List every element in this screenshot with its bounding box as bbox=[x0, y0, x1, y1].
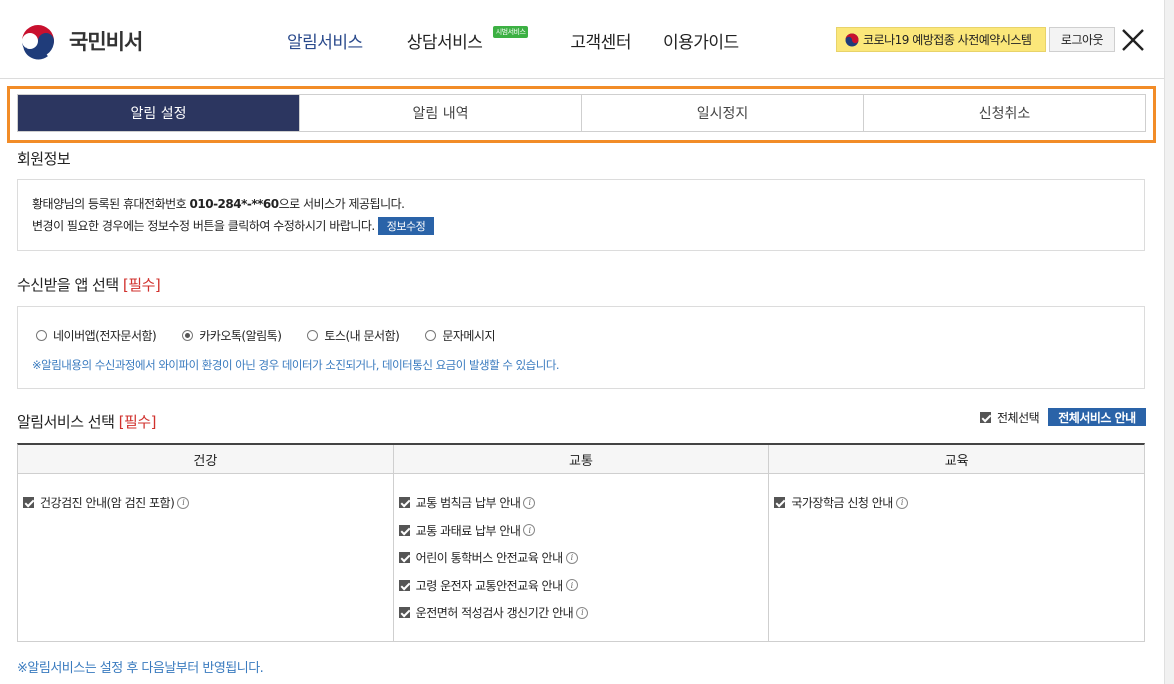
service-label: 교통 범칙금 납부 안내 bbox=[415, 496, 521, 511]
checkbox-checked-icon bbox=[398, 579, 410, 591]
app-select-label: 수신받을 앱 선택 bbox=[17, 276, 119, 294]
edit-info-button[interactable]: 정보수정 bbox=[377, 217, 435, 235]
member-info-box: 황태양님의 등록된 휴대전화번호 010-284*-**60으로 서비스가 제공… bbox=[17, 179, 1145, 251]
nav-customer-center[interactable]: 고객센터 bbox=[570, 28, 631, 53]
radio-label: 토스(내 문서함) bbox=[324, 329, 400, 343]
column-header-traffic: 교통 bbox=[392, 445, 769, 473]
checkbox-checked-icon bbox=[980, 412, 991, 423]
service-label: 고령 운전자 교통안전교육 안내 bbox=[415, 578, 563, 593]
service-label: 국가장학금 신청 안내 bbox=[791, 496, 893, 511]
info-icon[interactable]: i bbox=[565, 551, 578, 564]
info-icon[interactable]: i bbox=[523, 524, 536, 537]
checkbox-checked-icon bbox=[398, 607, 410, 619]
member-phone-line: 황태양님의 등록된 휴대전화번호 010-284*-**60으로 서비스가 제공… bbox=[32, 195, 405, 212]
nav-usage-guide[interactable]: 이용가이드 bbox=[663, 28, 739, 53]
info-icon[interactable]: i bbox=[177, 496, 190, 509]
service-table-header: 건강 교통 교육 bbox=[18, 445, 1144, 474]
checkbox-checked-icon bbox=[774, 497, 786, 509]
service-label: 교통 과태료 납부 안내 bbox=[415, 523, 521, 538]
select-all-checkbox[interactable]: 전체선택 bbox=[980, 409, 1040, 426]
column-education: 국가장학금 신청 안내 i bbox=[768, 474, 1144, 642]
pilot-badge: 시범서비스 bbox=[492, 26, 529, 38]
checkbox-checked-icon bbox=[398, 497, 410, 509]
column-header-education: 교육 bbox=[768, 445, 1144, 473]
vertical-scrollbar[interactable] bbox=[1164, 0, 1174, 684]
nav-notification-service[interactable]: 알림서비스 bbox=[287, 28, 363, 53]
service-label: 어린이 통학버스 안전교육 안내 bbox=[415, 551, 563, 566]
member-line-suffix: 으로 서비스가 제공됩니다. bbox=[278, 197, 405, 211]
member-info-title: 회원정보 bbox=[17, 150, 71, 168]
column-health: 건강검진 안내(암 검진 포함) i bbox=[18, 474, 393, 642]
close-icon[interactable] bbox=[1120, 27, 1146, 53]
header: 국민비서 알림서비스 상담서비스 시범서비스 고객센터 이용가이드 코로나19 … bbox=[0, 0, 1164, 79]
member-edit-text: 변경이 필요한 경우에는 정보수정 버튼을 클릭하여 수정하시기 바랍니다. bbox=[32, 219, 375, 233]
tab-cancel[interactable]: 신청취소 bbox=[863, 95, 1145, 131]
app-select-box: 네이버앱(전자문서함) 카카오톡(알림톡) 토스(내 문서함) 문자메시지 ※알… bbox=[17, 306, 1145, 389]
radio-label: 카카오톡(알림톡) bbox=[199, 329, 282, 343]
member-line-prefix: 황태양님의 등록된 휴대전화번호 bbox=[32, 197, 190, 211]
column-header-health: 건강 bbox=[193, 453, 218, 469]
checkbox-checked-icon bbox=[398, 524, 410, 536]
member-edit-line: 변경이 필요한 경우에는 정보수정 버튼을 클릭하여 수정하시기 바랍니다. 정보… bbox=[32, 217, 435, 235]
data-charge-notice: ※알림내용의 수신과정에서 와이파이 환경이 아닌 경우 데이터가 소진되거나,… bbox=[32, 358, 560, 372]
covid-vaccine-button[interactable]: 코로나19 예방접종 사전예약시스템 bbox=[836, 27, 1046, 52]
tab-notification-settings[interactable]: 알림 설정 bbox=[18, 95, 299, 131]
info-icon[interactable]: i bbox=[895, 496, 908, 509]
radio-label: 문자메시지 bbox=[442, 329, 496, 343]
apply-next-day-notice: ※알림서비스는 설정 후 다음날부터 반영됩니다. bbox=[17, 661, 264, 676]
radio-kakaotalk[interactable]: 카카오톡(알림톡) bbox=[182, 327, 282, 344]
column-traffic: 교통 범칙금 납부 안내 i 교통 과태료 납부 안내 i 어린이 통학버스 안전교… bbox=[392, 474, 769, 642]
logo-text: 국민비서 bbox=[69, 30, 143, 54]
radio-naver[interactable]: 네이버앱(전자문서함) bbox=[36, 327, 157, 344]
service-select-title: 알림서비스 선택 [필수] bbox=[17, 411, 156, 432]
nav-consult-service[interactable]: 상담서비스 시범서비스 bbox=[406, 26, 529, 53]
all-services-guide-button[interactable]: 전체서비스 안내 bbox=[1048, 408, 1146, 426]
service-table-body: 건강검진 안내(암 검진 포함) i 교통 범칙금 납부 안내 i 교통 과태료 납… bbox=[18, 474, 1144, 642]
radio-icon bbox=[307, 330, 319, 341]
checkbox-checked-icon bbox=[398, 552, 410, 564]
nav-consult-label: 상담서비스 bbox=[406, 33, 483, 53]
service-label: 건강검진 안내(암 검진 포함) bbox=[40, 496, 175, 511]
taegeuk-logo-icon bbox=[18, 21, 58, 61]
app-radio-group: 네이버앱(전자문서함) 카카오톡(알림톡) 토스(내 문서함) 문자메시지 bbox=[36, 327, 521, 344]
radio-checked-icon bbox=[182, 330, 194, 341]
required-mark: [필수] bbox=[122, 276, 161, 294]
service-item[interactable]: 운전면허 적성검사 갱신기간 안내 i bbox=[398, 599, 769, 627]
service-item[interactable]: 국가장학금 신청 안내 i bbox=[774, 489, 1144, 517]
tab-pause[interactable]: 일시정지 bbox=[581, 95, 863, 131]
tab-bar: 알림 설정 알림 내역 일시정지 신청취소 bbox=[17, 94, 1146, 132]
service-table: 건강 교통 교육 건강검진 안내(암 검진 포함) i 교통 범칙금 납부 안내 i… bbox=[17, 443, 1145, 642]
service-item[interactable]: 건강검진 안내(암 검진 포함) i bbox=[23, 489, 393, 517]
radio-sms[interactable]: 문자메시지 bbox=[425, 327, 496, 344]
taegeuk-small-icon bbox=[845, 33, 859, 46]
info-icon[interactable]: i bbox=[576, 606, 589, 619]
service-select-label: 알림서비스 선택 bbox=[17, 413, 115, 431]
radio-toss[interactable]: 토스(내 문서함) bbox=[307, 327, 400, 344]
required-mark: [필수] bbox=[118, 413, 157, 431]
radio-icon bbox=[36, 330, 47, 341]
checkbox-checked-icon bbox=[23, 497, 34, 509]
service-item[interactable]: 교통 과태료 납부 안내 i bbox=[398, 517, 769, 545]
info-icon[interactable]: i bbox=[523, 496, 536, 509]
service-item[interactable]: 교통 범칙금 납부 안내 i bbox=[398, 489, 769, 517]
service-item[interactable]: 어린이 통학버스 안전교육 안내 i bbox=[398, 544, 769, 572]
member-phone: 010-284*-**60 bbox=[189, 197, 280, 211]
service-item[interactable]: 고령 운전자 교통안전교육 안내 i bbox=[398, 572, 769, 600]
logout-button[interactable]: 로그아웃 bbox=[1049, 27, 1115, 52]
logo[interactable]: 국민비서 bbox=[17, 20, 143, 62]
app-select-title: 수신받을 앱 선택 [필수] bbox=[17, 274, 161, 295]
info-icon[interactable]: i bbox=[565, 579, 578, 592]
select-all-label: 전체선택 bbox=[997, 411, 1040, 425]
tab-notification-history[interactable]: 알림 내역 bbox=[299, 95, 581, 131]
radio-label: 네이버앱(전자문서함) bbox=[53, 329, 157, 343]
main-nav: 알림서비스 상담서비스 시범서비스 고객센터 이용가이드 bbox=[287, 26, 783, 53]
service-label: 운전면허 적성검사 갱신기간 안내 bbox=[415, 606, 574, 621]
covid-label: 코로나19 예방접종 사전예약시스템 bbox=[863, 33, 1032, 47]
radio-icon bbox=[425, 330, 437, 341]
